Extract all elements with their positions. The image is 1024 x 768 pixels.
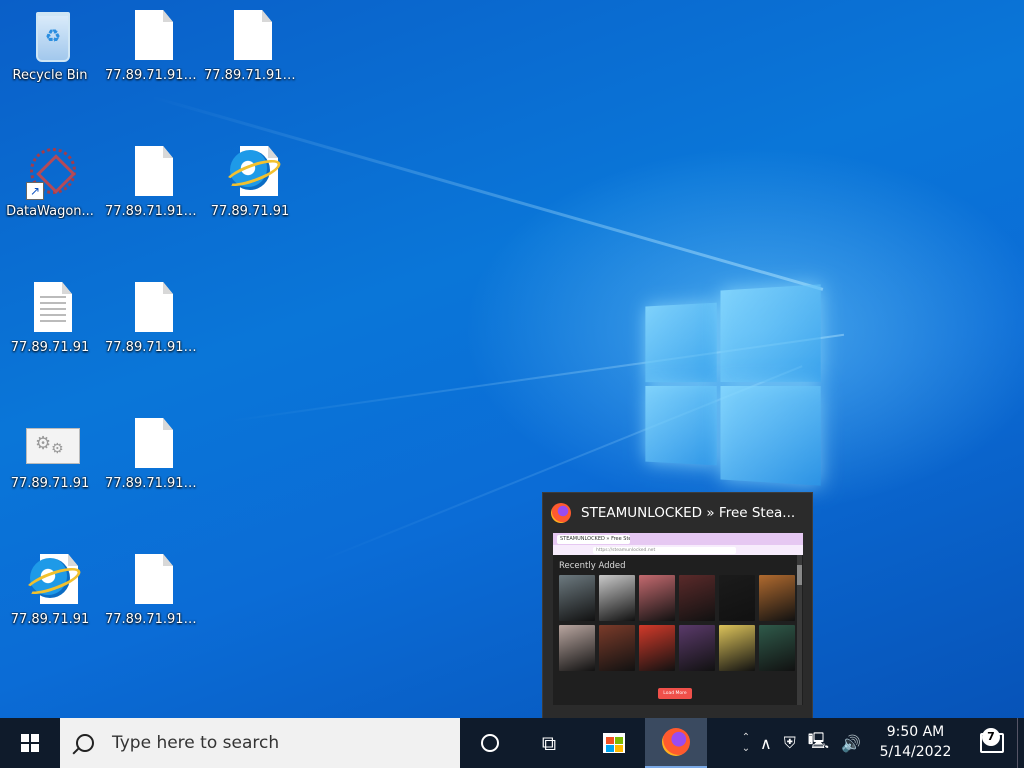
chevron-down-icon: ⌄ <box>741 743 751 754</box>
game-cover <box>559 625 595 671</box>
blank-file-icon <box>135 146 173 196</box>
action-center-button[interactable]: 7 <box>970 718 1014 768</box>
notification-count-badge: 7 <box>982 728 1000 746</box>
desktop-icon-label: 77.89.71.91 <box>10 340 90 355</box>
system-tray: ∧ ⛨ 🖳 🔊 <box>760 718 873 768</box>
settings-file-icon: ⚙ ⚙ <box>26 428 80 464</box>
thumbnail-url: https://steamunlocked.net <box>593 546 736 554</box>
desktop-icon-label: 77.89.71.91.fg <box>105 612 199 627</box>
show-hidden-icons-chevron-icon[interactable]: ∧ <box>760 734 772 753</box>
cortana-circle-icon <box>481 734 499 752</box>
blank-file-icon <box>135 10 173 60</box>
game-cover <box>639 625 675 671</box>
firefox-icon <box>551 503 571 523</box>
clock-date: 5/14/2022 <box>879 744 952 760</box>
windows-icon <box>21 734 39 752</box>
load-more-button: Load More <box>658 688 692 699</box>
desktop-icon-file[interactable]: 77.89.71.91.hj <box>202 8 298 83</box>
search-icon <box>76 734 94 752</box>
blank-file-icon <box>234 10 272 60</box>
desktop-icon-file[interactable]: 77.89.71.91.... <box>103 280 199 355</box>
game-cover <box>719 575 755 621</box>
desktop-icon-label: 77.89.71.91 <box>210 204 290 219</box>
search-placeholder: Type here to search <box>112 733 280 753</box>
desktop-icon-file[interactable]: 77.89.71.91.ds <box>103 416 199 491</box>
show-desktop-button[interactable] <box>1017 718 1024 768</box>
firefox-window-preview[interactable]: STEAMUNLOCKED » Free Stea... STEAMUNLOCK… <box>542 492 813 719</box>
internet-explorer-icon <box>230 150 270 190</box>
desktop-icon-ie-shortcut[interactable]: 77.89.71.91 <box>202 144 298 219</box>
windows-wallpaper-logo <box>645 284 822 486</box>
recently-added-heading: Recently Added <box>559 561 626 571</box>
game-cover <box>599 625 635 671</box>
thumbnail-tab: STEAMUNLOCKED » Free Stea <box>557 534 630 544</box>
desktop-icon-file[interactable]: 77.89.71.91.... <box>103 144 199 219</box>
desktop-icon-label: 77.89.71.91.... <box>105 204 199 219</box>
game-cover <box>759 625 795 671</box>
search-box[interactable]: Type here to search <box>60 718 460 768</box>
game-cover <box>719 625 755 671</box>
blank-file-icon <box>135 418 173 468</box>
thumbnail-scrollbar <box>797 555 802 705</box>
task-view-button[interactable]: ⧉ <box>524 718 574 768</box>
desktop-icon-label: Recycle Bin <box>12 68 88 83</box>
desktop-icon-label: 77.89.71.91 <box>10 612 90 627</box>
desktop-icon-label: 77.89.71.91.... <box>105 340 199 355</box>
desktop-icon-settings-file[interactable]: ⚙ ⚙ 77.89.71.91 <box>2 416 98 491</box>
clock[interactable]: 9:50 AM 5/14/2022 <box>873 722 958 762</box>
internet-explorer-icon <box>30 558 70 598</box>
start-button[interactable] <box>0 718 60 768</box>
taskbar: Type here to search ⧉ ⌃ ⌄ ∧ ⛨ 🖳 🔊 9:50 A… <box>0 718 1024 768</box>
security-shield-icon[interactable]: ⛨ <box>784 733 796 753</box>
desktop-icon-file[interactable]: 77.89.71.91.fg <box>103 552 199 627</box>
desktop-icon-label: 77.89.71.91.ds <box>105 476 199 491</box>
firefox-icon <box>662 728 690 756</box>
game-cover <box>679 575 715 621</box>
blank-file-icon <box>135 554 173 604</box>
preview-thumbnail[interactable]: STEAMUNLOCKED » Free Stea https://steamu… <box>553 533 803 705</box>
shortcut-arrow-icon: ↗ <box>26 182 44 200</box>
preview-header: STEAMUNLOCKED » Free Stea... <box>551 501 801 525</box>
network-icon[interactable]: 🖳 <box>808 730 829 757</box>
task-view-icon: ⧉ <box>541 731 557 755</box>
microsoft-store-button[interactable] <box>590 718 638 768</box>
taskbar-scroll-arrows[interactable]: ⌃ ⌄ <box>736 718 756 768</box>
store-bag-icon <box>603 733 625 753</box>
desktop-icon-file[interactable]: 77.89.71.91.dd <box>103 8 199 83</box>
clock-time: 9:50 AM <box>886 724 945 740</box>
desktop-icon-label: 77.89.71.91.hj <box>204 68 298 83</box>
blank-file-icon <box>135 282 173 332</box>
game-cover <box>559 575 595 621</box>
desktop-icon-label: 77.89.71.91.dd <box>105 68 199 83</box>
desktop-icon-ie-shortcut[interactable]: 77.89.71.91 <box>2 552 98 627</box>
desktop-icon-label: 77.89.71.91 <box>10 476 90 491</box>
game-cover <box>639 575 675 621</box>
firefox-taskbar-button[interactable] <box>645 718 707 768</box>
preview-title: STEAMUNLOCKED » Free Stea... <box>581 505 796 521</box>
game-cover <box>679 625 715 671</box>
volume-icon[interactable]: 🔊 <box>841 734 861 753</box>
game-cover <box>759 575 795 621</box>
game-cover <box>599 575 635 621</box>
cortana-button[interactable] <box>466 718 514 768</box>
desktop-icon-datawagon[interactable]: ↗ DataWagon... <box>2 144 98 219</box>
desktop-icon-recycle-bin[interactable]: ♻ Recycle Bin <box>2 8 98 83</box>
desktop-icon-text-document[interactable]: 77.89.71.91 <box>2 280 98 355</box>
recycle-bin-icon: ♻ <box>36 12 70 62</box>
desktop-icon-label: DataWagon... <box>6 204 94 219</box>
game-cover-grid <box>553 575 803 671</box>
chevron-up-icon: ⌃ <box>741 732 751 743</box>
